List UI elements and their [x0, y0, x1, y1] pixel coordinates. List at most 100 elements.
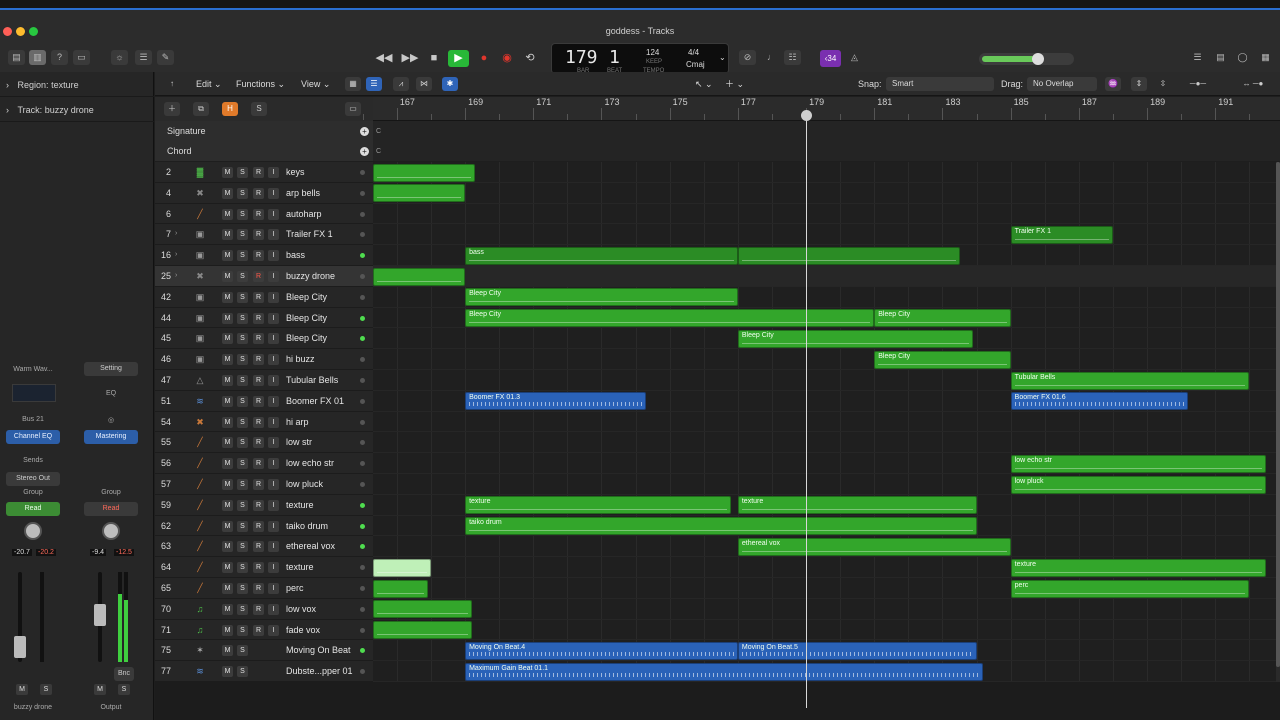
track-header[interactable]: 57 ╱ M S R Ilow pluck — [155, 474, 373, 495]
solo-button[interactable]: S — [237, 354, 248, 366]
track-header[interactable]: 25 › ✖ M S R Ibuzzy drone — [155, 266, 373, 287]
track-name[interactable]: Bleep City — [286, 313, 327, 323]
track-header[interactable]: 46 ▣ M S R Ihi buzz — [155, 349, 373, 370]
solo-button[interactable]: S — [237, 645, 248, 657]
vertical-scrollbar[interactable] — [1276, 162, 1280, 682]
track-header[interactable]: 64 ╱ M S R Itexture — [155, 557, 373, 578]
input-monitor-button[interactable]: I — [268, 167, 279, 178]
input-monitor-button[interactable]: I — [268, 333, 279, 345]
track-name[interactable]: ethereal vox — [286, 541, 335, 551]
region[interactable] — [373, 621, 472, 640]
region[interactable]: taiko drum — [465, 517, 977, 536]
chevron-down-icon[interactable]: ⌄ — [719, 53, 726, 62]
region[interactable]: Boomer FX 01.3 — [465, 392, 646, 411]
cycle-icon[interactable]: ⟲ — [521, 50, 539, 66]
track-name[interactable]: Boomer FX 01 — [286, 396, 344, 406]
mute-button[interactable]: M — [16, 684, 28, 695]
input-monitor-button[interactable]: I — [268, 499, 279, 511]
track-header[interactable]: 2 ▓ M S R Ikeys — [155, 162, 373, 183]
rewind-icon[interactable]: ◀◀ — [375, 50, 393, 66]
input-monitor-button[interactable]: I — [268, 458, 279, 470]
synth-icon[interactable]: ✖ — [194, 187, 206, 199]
track-height-icon[interactable]: ⇳ — [1155, 77, 1171, 91]
waveform-zoom-icon[interactable]: ♒ — [1105, 77, 1121, 91]
mute-button[interactable]: M — [222, 562, 233, 574]
setting-slot[interactable]: Setting — [84, 362, 138, 376]
track-header[interactable]: 75 ✶ M S Moving On Beat — [155, 640, 373, 662]
track-header[interactable]: 51 ≋ M S R I Boomer FX 01 — [155, 391, 373, 412]
solo-button[interactable]: S — [237, 250, 248, 262]
stop-icon[interactable]: ■ — [425, 50, 443, 66]
track-header[interactable]: 54 ✖ M S R Ihi arp — [155, 412, 373, 433]
track-header[interactable]: 55 ╱ M S R Ilow str — [155, 432, 373, 454]
group-slot[interactable]: Group — [80, 489, 142, 496]
catch-icon[interactable]: ✱ — [442, 77, 458, 91]
disclosure-icon[interactable]: › — [175, 230, 177, 237]
playhead-line[interactable] — [806, 110, 808, 708]
track-options-icon[interactable]: ▭ — [345, 102, 361, 116]
solo-button[interactable]: S — [237, 167, 248, 178]
record-icon[interactable]: ● — [475, 50, 493, 66]
output-slot[interactable]: Stereo Out — [6, 472, 60, 486]
grid-view-icon[interactable]: ▦ — [345, 77, 361, 91]
bounce-button[interactable]: Bnc — [114, 667, 134, 681]
record-enable-button[interactable]: R — [253, 291, 264, 303]
track-name[interactable]: low str — [286, 437, 312, 447]
loop-browser-icon[interactable]: ◯ — [1234, 50, 1251, 65]
solo-button[interactable]: S — [237, 208, 248, 220]
pan-knob[interactable] — [24, 522, 42, 540]
input-monitor-button[interactable]: I — [268, 437, 279, 449]
region[interactable] — [373, 163, 476, 182]
region[interactable] — [737, 246, 960, 265]
input-monitor-button[interactable]: I — [268, 354, 279, 366]
region[interactable]: Moving On Beat.4 — [465, 641, 738, 660]
track-name[interactable]: perc — [286, 583, 304, 593]
disclosure-icon[interactable]: › — [6, 105, 9, 115]
harp-icon[interactable]: ╱ — [194, 208, 206, 220]
region[interactable] — [373, 184, 466, 203]
record-enable-button[interactable]: R — [253, 520, 264, 532]
record-enable-button[interactable]: R — [253, 354, 264, 366]
region[interactable]: Bleep City — [465, 288, 738, 307]
track-header[interactable]: 42 ▣ M S R I Bleep City — [155, 287, 373, 308]
master-volume-knob[interactable] — [1031, 53, 1044, 65]
violin-icon[interactable]: ╱ — [194, 520, 206, 532]
track-name[interactable]: bass — [286, 250, 305, 260]
waveform-icon[interactable]: ≋ — [194, 395, 206, 407]
track-name[interactable]: Bleep City — [286, 292, 327, 302]
track-header[interactable]: 70 ♫ M S R Ilow vox — [155, 599, 373, 620]
region[interactable]: Moving On Beat.5 — [737, 641, 977, 660]
track-name[interactable]: low vox — [286, 604, 316, 614]
vertical-fit-icon[interactable]: ⇕ — [1131, 77, 1147, 91]
solo-button[interactable]: S — [237, 395, 248, 407]
track-name[interactable]: keys — [286, 167, 305, 177]
input-monitor-button[interactable]: I — [268, 583, 279, 594]
pan-knob[interactable] — [102, 522, 120, 540]
solo-button[interactable]: S — [237, 520, 248, 532]
record-enable-button[interactable]: R — [253, 624, 264, 636]
record-enable-button[interactable]: R — [253, 562, 264, 574]
record-enable-button[interactable]: R — [253, 541, 264, 553]
secondary-tool-icon[interactable]: ＋ ⌄ — [725, 77, 744, 91]
track-lane[interactable] — [373, 599, 1276, 620]
input-monitor-button[interactable]: I — [268, 375, 279, 386]
bells-icon[interactable]: △ — [194, 374, 206, 386]
channel-eq-slot[interactable]: Channel EQ — [6, 430, 60, 444]
region-inspector-row[interactable]: › Region: texture — [0, 73, 154, 97]
region[interactable]: texture — [737, 496, 977, 515]
keyboard-icon[interactable]: ▓ — [194, 166, 206, 178]
record-enable-button[interactable]: R — [253, 499, 264, 511]
input-monitor-button[interactable]: I — [268, 479, 279, 490]
track-lane[interactable] — [373, 183, 1276, 204]
input-monitor-button[interactable]: I — [268, 229, 279, 241]
track-lane[interactable] — [373, 204, 1276, 225]
mute-button[interactable]: M — [94, 684, 106, 695]
solo-button[interactable]: S — [237, 229, 248, 241]
region[interactable]: perc — [1010, 579, 1250, 598]
solo-button[interactable]: S — [237, 583, 248, 594]
mute-button[interactable]: M — [222, 499, 233, 511]
input-monitor-button[interactable]: I — [268, 250, 279, 262]
region[interactable]: Bleep City — [465, 309, 875, 328]
violin-icon[interactable]: ╱ — [194, 478, 206, 490]
bus-send[interactable]: Bus 21 — [2, 416, 64, 423]
